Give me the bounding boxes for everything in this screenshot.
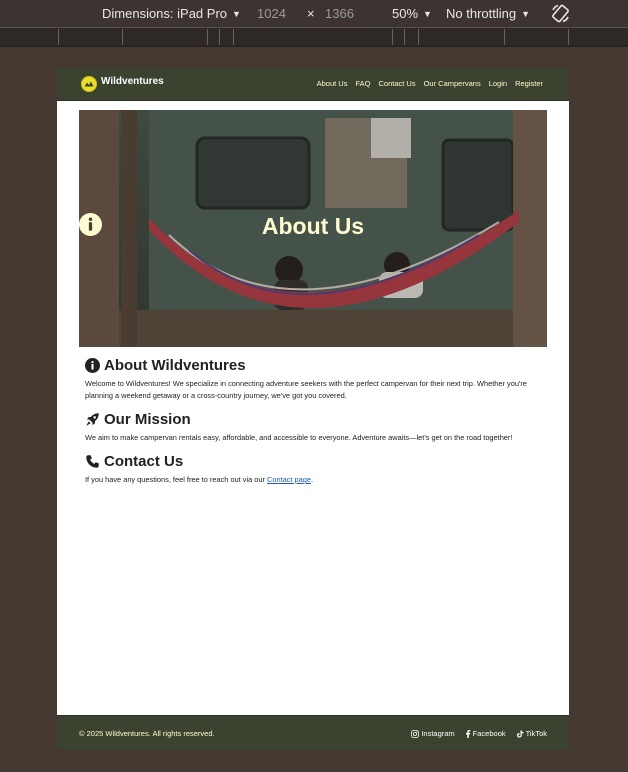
hero-title-text: About Us [261, 213, 365, 239]
throttling-select[interactable]: No throttling ▼ [446, 6, 530, 21]
device-dimensions-select[interactable]: Dimensions: iPad Pro ▼ [102, 6, 241, 21]
logo-icon[interactable] [81, 76, 97, 92]
phone-icon [86, 455, 99, 468]
contact-text: If you have any questions, feel free to … [85, 475, 268, 484]
section-heading-text: Contact Us [104, 453, 184, 470]
info-circle-icon [85, 358, 100, 373]
nav-link-login[interactable]: Login [489, 79, 507, 88]
section-heading-contact: Contact Us [85, 453, 545, 470]
instagram-icon [411, 729, 420, 738]
section-heading-text: Our Mission [104, 411, 191, 428]
ruler-tick [418, 29, 419, 45]
contact-page-link[interactable]: Contact page [267, 475, 311, 484]
device-viewport: Wildventures About Us FAQ Contact Us Our… [57, 67, 569, 750]
section-heading-mission: Our Mission [85, 411, 545, 428]
times-separator: × [307, 6, 315, 21]
social-label: TikTok [525, 729, 547, 738]
devtools-toolbar: Dimensions: iPad Pro ▼ 1024 × 1366 50% ▼ N… [0, 0, 628, 27]
zoom-label: 50% [392, 6, 419, 21]
hero-title: About Us [79, 213, 547, 240]
contact-text-end: . [310, 475, 314, 484]
ruler-tick [219, 29, 220, 45]
footer: © 2025 Wildventures. All rights reserved… [57, 715, 569, 750]
chevron-down-icon: ▼ [232, 9, 241, 19]
rotate-icon[interactable] [550, 3, 571, 24]
navbar: Wildventures About Us FAQ Contact Us Our… [57, 67, 569, 101]
ruler-tick [392, 29, 393, 45]
ruler-tick [122, 29, 123, 45]
copyright-text: © 2025 Wildventures. All rights reserved… [79, 729, 215, 738]
social-link-facebook[interactable]: Facebook [465, 729, 506, 738]
device-dimensions-label: Dimensions: iPad Pro [102, 6, 227, 21]
ruler-tick [404, 29, 405, 45]
nav-link-register[interactable]: Register [515, 79, 543, 88]
section-text-mission: We aim to make campervan rentals easy, a… [85, 433, 513, 442]
section-heading-about: About Wildventures [85, 357, 545, 374]
ruler-tick [58, 29, 59, 45]
media-query-ruler [0, 27, 628, 47]
hero-banner: About Us [79, 110, 547, 347]
ruler-tick [504, 29, 505, 45]
width-input[interactable]: 1024 [257, 6, 286, 21]
social-label: Facebook [472, 729, 506, 738]
ruler-tick [568, 29, 569, 45]
height-input[interactable]: 1366 [325, 6, 354, 21]
ruler-tick [233, 29, 234, 45]
nav-link-our-campervans[interactable]: Our Campervans [424, 79, 481, 88]
chevron-down-icon: ▼ [423, 9, 432, 19]
social-link-tiktok[interactable]: TikTok [516, 729, 547, 738]
info-circle-icon [79, 213, 102, 236]
tiktok-icon [516, 730, 524, 738]
section-text-about: Welcome to Wildventures! We specialize i… [85, 379, 527, 400]
nav-link-faq[interactable]: FAQ [355, 79, 370, 88]
rocket-icon [86, 413, 99, 426]
social-link-instagram[interactable]: Instagram [411, 729, 455, 738]
throttling-label: No throttling [446, 6, 517, 21]
chevron-down-icon: ▼ [521, 9, 531, 19]
zoom-select[interactable]: 50% ▼ [392, 6, 432, 21]
nav-link-contact-us[interactable]: Contact Us [378, 79, 415, 88]
social-label: Instagram [421, 729, 455, 738]
section-text-contact: If you have any questions, feel free to … [85, 474, 545, 486]
nav-links: About Us FAQ Contact Us Our Campervans L… [317, 79, 543, 88]
ruler-tick [207, 29, 208, 45]
main-content: About Wildventures Welcome to Wildventur… [85, 357, 545, 495]
brand-name[interactable]: Wildventures [101, 76, 164, 87]
nav-link-about-us[interactable]: About Us [317, 79, 348, 88]
section-heading-text: About Wildventures [104, 357, 246, 374]
facebook-icon [465, 729, 470, 738]
social-links: Instagram Facebook TikTok [411, 729, 547, 738]
